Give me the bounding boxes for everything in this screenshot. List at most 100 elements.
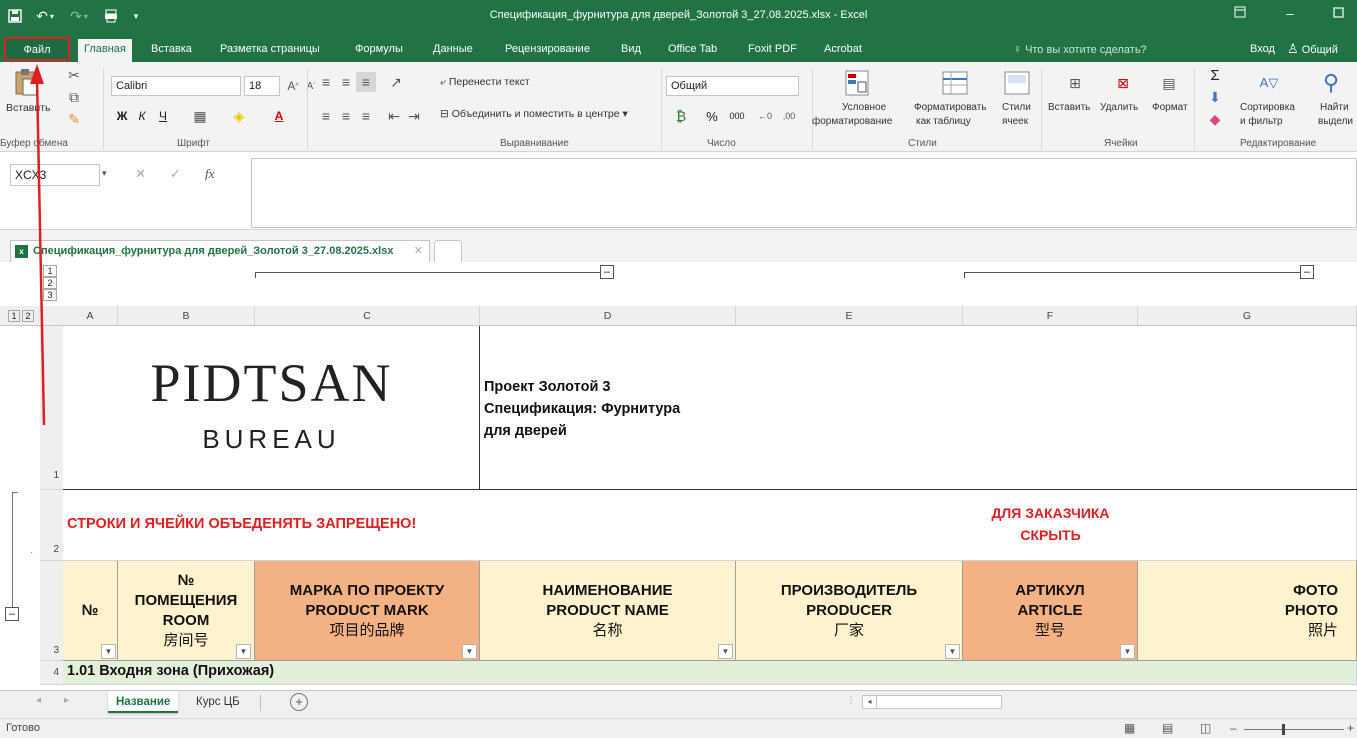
cell-styles-icon[interactable] <box>1002 68 1032 98</box>
font-name-dropdown[interactable]: Calibri <box>111 76 241 96</box>
column-header-a[interactable]: A <box>63 306 118 326</box>
autosum-icon[interactable]: Σ <box>1206 66 1224 84</box>
increase-indent-icon[interactable]: ⇥ <box>404 106 424 126</box>
borders-icon[interactable]: ▦ <box>190 106 210 126</box>
accounting-format-icon[interactable]: ₿ <box>668 106 694 126</box>
delete-cells-icon[interactable]: ⊠ <box>1110 68 1136 98</box>
format-as-table-icon[interactable] <box>940 68 970 98</box>
column-header-c[interactable]: C <box>255 306 480 326</box>
percent-icon[interactable]: % <box>702 106 722 126</box>
font-size-dropdown[interactable]: 18 <box>244 76 280 96</box>
tab-review[interactable]: Рецензирование <box>505 39 590 59</box>
number-format-dropdown[interactable]: Общий <box>666 76 799 96</box>
conditional-formatting-icon[interactable] <box>842 68 872 98</box>
column-header-d[interactable]: D <box>480 306 736 326</box>
underline-icon[interactable]: Ч <box>154 106 172 126</box>
tab-office-tab[interactable]: Office Tab <box>668 39 717 59</box>
row-header-3[interactable]: 3 <box>40 561 63 661</box>
scroll-sheets-left-icon[interactable]: ◂ <box>36 695 41 706</box>
horizontal-scrollbar[interactable]: ◂ <box>862 695 1002 709</box>
scroll-left-icon[interactable]: ◂ <box>863 696 877 708</box>
filter-dropdown-icon[interactable]: ▼ <box>945 644 960 659</box>
increase-decimal-icon[interactable]: ←0 <box>754 106 776 126</box>
column-header-g[interactable]: G <box>1138 306 1357 326</box>
sort-filter-label-2[interactable]: и фильтр <box>1240 116 1283 127</box>
name-box-chevron-down-icon[interactable]: ▾ <box>102 168 107 179</box>
new-workbook-tab-button[interactable] <box>434 240 462 262</box>
filter-dropdown-icon[interactable]: ▼ <box>462 644 477 659</box>
collapse-group-button[interactable]: – <box>600 265 614 279</box>
comma-style-icon[interactable]: 000 <box>722 106 752 126</box>
font-color-icon[interactable]: A <box>268 106 290 126</box>
collapse-group-button[interactable]: – <box>1300 265 1314 279</box>
sort-filter-label-1[interactable]: Сортировка <box>1240 102 1295 113</box>
fill-color-icon[interactable]: ◈ <box>228 106 250 126</box>
section-row[interactable]: 1.01 Входня зона (Прихожая) <box>63 661 1357 685</box>
filter-dropdown-icon[interactable]: ▼ <box>236 644 251 659</box>
maximize-icon[interactable] <box>1326 6 1350 26</box>
ribbon-display-icon[interactable] <box>1228 6 1252 26</box>
zoom-in-icon[interactable]: + <box>1347 721 1354 735</box>
wrap-text-button[interactable]: ⤶ Перенести текст <box>440 76 530 89</box>
close-tab-icon[interactable]: ✕ <box>414 241 423 261</box>
normal-view-icon[interactable]: ▦ <box>1124 721 1135 735</box>
format-cells-icon[interactable]: ▤ <box>1156 68 1182 98</box>
tab-file[interactable]: Файл <box>4 37 70 61</box>
tab-page-layout[interactable]: Разметка страницы <box>220 39 320 59</box>
outline-level-3-button[interactable]: 3 <box>43 289 57 301</box>
tell-me-search[interactable]: ♀ Что вы хотите сделать? <box>1013 39 1147 59</box>
row-header-2[interactable]: 2 <box>40 490 63 561</box>
tab-home[interactable]: Главная <box>78 39 132 62</box>
logo-cell[interactable]: PIDTSAN BUREAU <box>63 326 480 490</box>
paste-button[interactable]: Вставить <box>6 102 51 114</box>
format-cells-button[interactable]: Формат <box>1152 102 1188 113</box>
find-select-label-2[interactable]: выдели <box>1318 116 1353 127</box>
header-room[interactable]: № ПОМЕЩЕНИЯ ROOM 房间号 <box>118 561 255 661</box>
outline-level-1-button[interactable]: 1 <box>43 265 57 277</box>
collapse-rows-button[interactable]: – <box>5 607 19 621</box>
cut-icon[interactable]: ✂ <box>64 66 84 84</box>
find-select-icon[interactable]: ⚲ <box>1316 68 1346 98</box>
fill-icon[interactable]: ⬇ <box>1206 88 1224 106</box>
split-handle-icon[interactable]: ⋮ <box>846 695 856 706</box>
align-bottom-icon[interactable]: ≡ <box>356 72 376 92</box>
header-article[interactable]: АРТИКУЛ ARTICLE 型号 <box>963 561 1138 661</box>
workbook-tab[interactable]: x Спецификация_фурнитура для дверей_Золо… <box>10 240 430 262</box>
filter-dropdown-icon[interactable]: ▼ <box>101 644 116 659</box>
find-select-label-1[interactable]: Найти <box>1320 102 1349 113</box>
align-left-icon[interactable]: ≡ <box>316 106 336 126</box>
share-button[interactable]: ♙ Общий <box>1287 39 1338 59</box>
align-middle-icon[interactable]: ≡ <box>336 72 356 92</box>
decrease-indent-icon[interactable]: ⇤ <box>384 106 404 126</box>
filter-dropdown-icon[interactable]: ▼ <box>1120 644 1135 659</box>
align-center-icon[interactable]: ≡ <box>336 106 356 126</box>
tab-insert[interactable]: Вставка <box>151 39 192 59</box>
row-2-cell[interactable]: СТРОКИ И ЯЧЕЙКИ ОБЪЕДЕНЯТЬ ЗАПРЕЩЕНО! ДЛ… <box>63 490 1357 561</box>
insert-cells-icon[interactable]: ⊞ <box>1062 68 1088 98</box>
header-producer[interactable]: ПРОИЗВОДИТЕЛЬ PRODUCER 厂家 <box>736 561 963 661</box>
row-header-1[interactable]: 1 <box>40 326 63 490</box>
align-right-icon[interactable]: ≡ <box>356 106 376 126</box>
enter-icon[interactable]: ✓ <box>170 166 181 182</box>
minimize-icon[interactable]: – <box>1278 6 1302 26</box>
cancel-icon[interactable]: ✕ <box>135 166 146 182</box>
copy-icon[interactable]: ⧉ <box>64 88 84 106</box>
name-box[interactable]: XCX3 <box>10 164 100 186</box>
increase-font-icon[interactable]: A ^ <box>284 76 302 96</box>
orientation-icon[interactable]: ↗ <box>384 72 408 92</box>
delete-cells-button[interactable]: Удалить <box>1100 102 1138 113</box>
row-outline-level-2[interactable]: 2 <box>22 310 34 322</box>
sort-filter-icon[interactable]: A▽ <box>1254 68 1284 98</box>
format-painter-icon[interactable]: ✎ <box>64 110 84 128</box>
tab-acrobat[interactable]: Acrobat <box>824 39 862 59</box>
page-layout-view-icon[interactable]: ▤ <box>1162 721 1173 735</box>
scroll-sheets-right-icon[interactable]: ▸ <box>64 695 69 706</box>
add-sheet-button[interactable]: + <box>290 693 308 711</box>
insert-cells-button[interactable]: Вставить <box>1048 102 1090 113</box>
insert-function-button[interactable]: fx <box>205 166 214 182</box>
tab-formulas[interactable]: Формулы <box>355 39 403 59</box>
paste-icon[interactable] <box>10 66 42 98</box>
header-photo[interactable]: ФОТО PHOTO 照片 <box>1138 561 1357 661</box>
clear-icon[interactable]: ◆ <box>1206 110 1224 128</box>
formula-input[interactable] <box>251 158 1357 228</box>
